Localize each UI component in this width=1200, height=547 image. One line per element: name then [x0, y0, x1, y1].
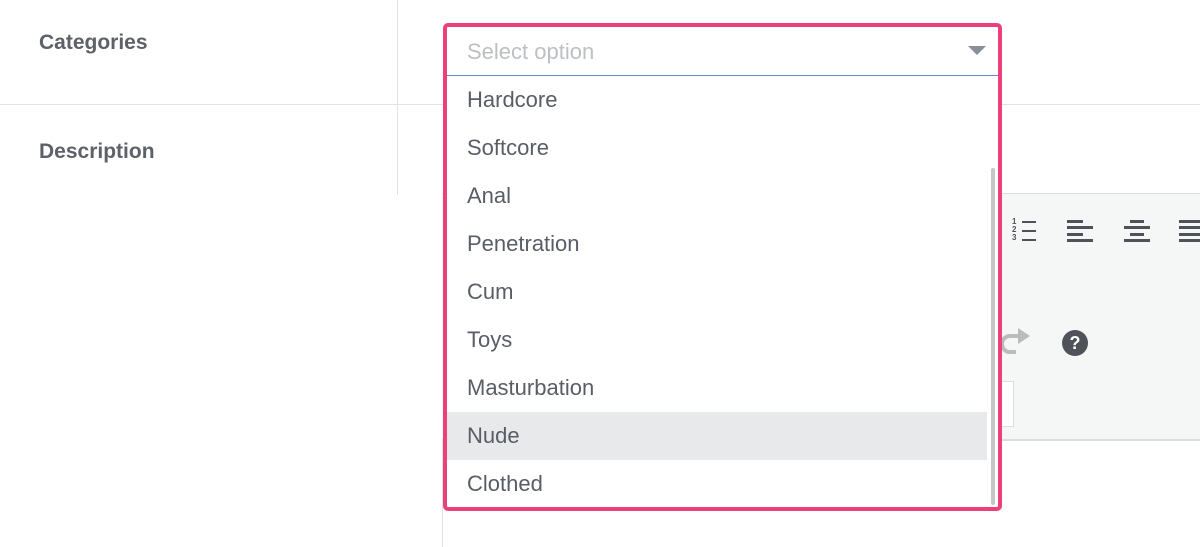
align-center-icon[interactable] — [1124, 220, 1150, 242]
option-softcore[interactable]: Softcore — [447, 124, 987, 172]
select-placeholder: Select option — [467, 39, 595, 64]
align-justify-icon[interactable] — [1179, 220, 1200, 242]
help-icon[interactable]: ? — [1062, 330, 1088, 356]
option-anal[interactable]: Anal — [447, 172, 987, 220]
numbered-list-digits: 1 2 3 — [1012, 217, 1017, 242]
categories-label: Categories — [39, 31, 148, 54]
option-hardcore[interactable]: Hardcore — [447, 76, 987, 124]
option-penetration[interactable]: Penetration — [447, 220, 987, 268]
option-toys[interactable]: Toys — [447, 316, 987, 364]
categories-dropdown[interactable]: Select option Hardcore Softcore Anal Pen… — [443, 23, 1002, 511]
categories-select[interactable]: Select option — [447, 27, 998, 76]
options-list: Hardcore Softcore Anal Penetration Cum T… — [447, 76, 998, 507]
divider — [397, 0, 398, 195]
scrollbar[interactable] — [991, 168, 995, 505]
option-clothed[interactable]: Clothed — [447, 460, 987, 507]
redo-icon[interactable] — [998, 328, 1034, 360]
option-masturbation[interactable]: Masturbation — [447, 364, 987, 412]
description-label: Description — [39, 140, 155, 163]
numbered-list-lines — [1022, 221, 1036, 241]
option-nude[interactable]: Nude — [447, 412, 987, 460]
caret-down-icon[interactable] — [968, 46, 986, 55]
align-left-icon[interactable] — [1067, 220, 1093, 242]
numbered-list-icon[interactable]: 1 2 3 — [1012, 217, 1040, 245]
option-cum[interactable]: Cum — [447, 268, 987, 316]
